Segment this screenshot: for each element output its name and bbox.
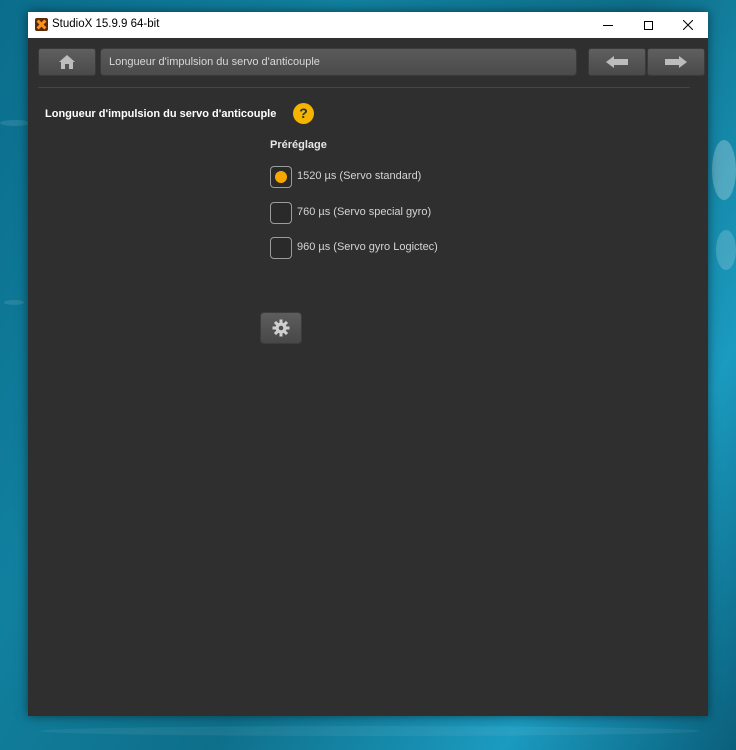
help-icon[interactable]: ? xyxy=(293,103,314,124)
close-icon xyxy=(683,20,693,30)
window-title: StudioX 15.9.9 64-bit xyxy=(52,18,160,30)
option-label: 760 µs (Servo special gyro) xyxy=(297,206,432,218)
desktop-wave xyxy=(716,230,736,270)
maximize-button[interactable] xyxy=(628,12,668,38)
desktop-wave xyxy=(4,300,24,305)
home-button[interactable] xyxy=(38,48,96,76)
forward-button[interactable] xyxy=(647,48,705,76)
gear-icon xyxy=(272,319,290,337)
breadcrumb: Longueur d'impulsion du servo d'anticoup… xyxy=(100,48,577,76)
desktop-wave xyxy=(40,726,700,736)
close-button[interactable] xyxy=(668,12,708,38)
back-button[interactable] xyxy=(588,48,646,76)
radio-selected-dot xyxy=(275,171,287,183)
option-label: 1520 µs (Servo standard) xyxy=(297,170,422,182)
desktop-wave xyxy=(0,120,30,126)
page-title: Longueur d'impulsion du servo d'anticoup… xyxy=(45,108,277,120)
title-bar[interactable]: StudioX 15.9.9 64-bit xyxy=(28,12,708,38)
maximize-icon xyxy=(643,20,653,30)
app-logo-icon xyxy=(35,18,48,31)
option-label: 960 µs (Servo gyro Logictec) xyxy=(297,241,438,253)
minimize-button[interactable] xyxy=(588,12,628,38)
arrow-left-icon xyxy=(606,56,628,68)
radio-button[interactable] xyxy=(270,166,292,188)
minimize-icon xyxy=(603,24,613,26)
settings-button[interactable] xyxy=(260,312,302,344)
app-window: StudioX 15.9.9 64-bit Longueur d'impulsi… xyxy=(28,12,708,716)
radio-button[interactable] xyxy=(270,202,292,224)
arrow-right-icon xyxy=(665,56,687,68)
radio-button[interactable] xyxy=(270,237,292,259)
navigation-bar: Longueur d'impulsion du servo d'anticoup… xyxy=(28,38,708,88)
desktop-wave xyxy=(712,140,736,200)
home-icon xyxy=(59,55,75,69)
preset-heading: Préréglage xyxy=(270,139,327,151)
divider xyxy=(38,87,690,88)
